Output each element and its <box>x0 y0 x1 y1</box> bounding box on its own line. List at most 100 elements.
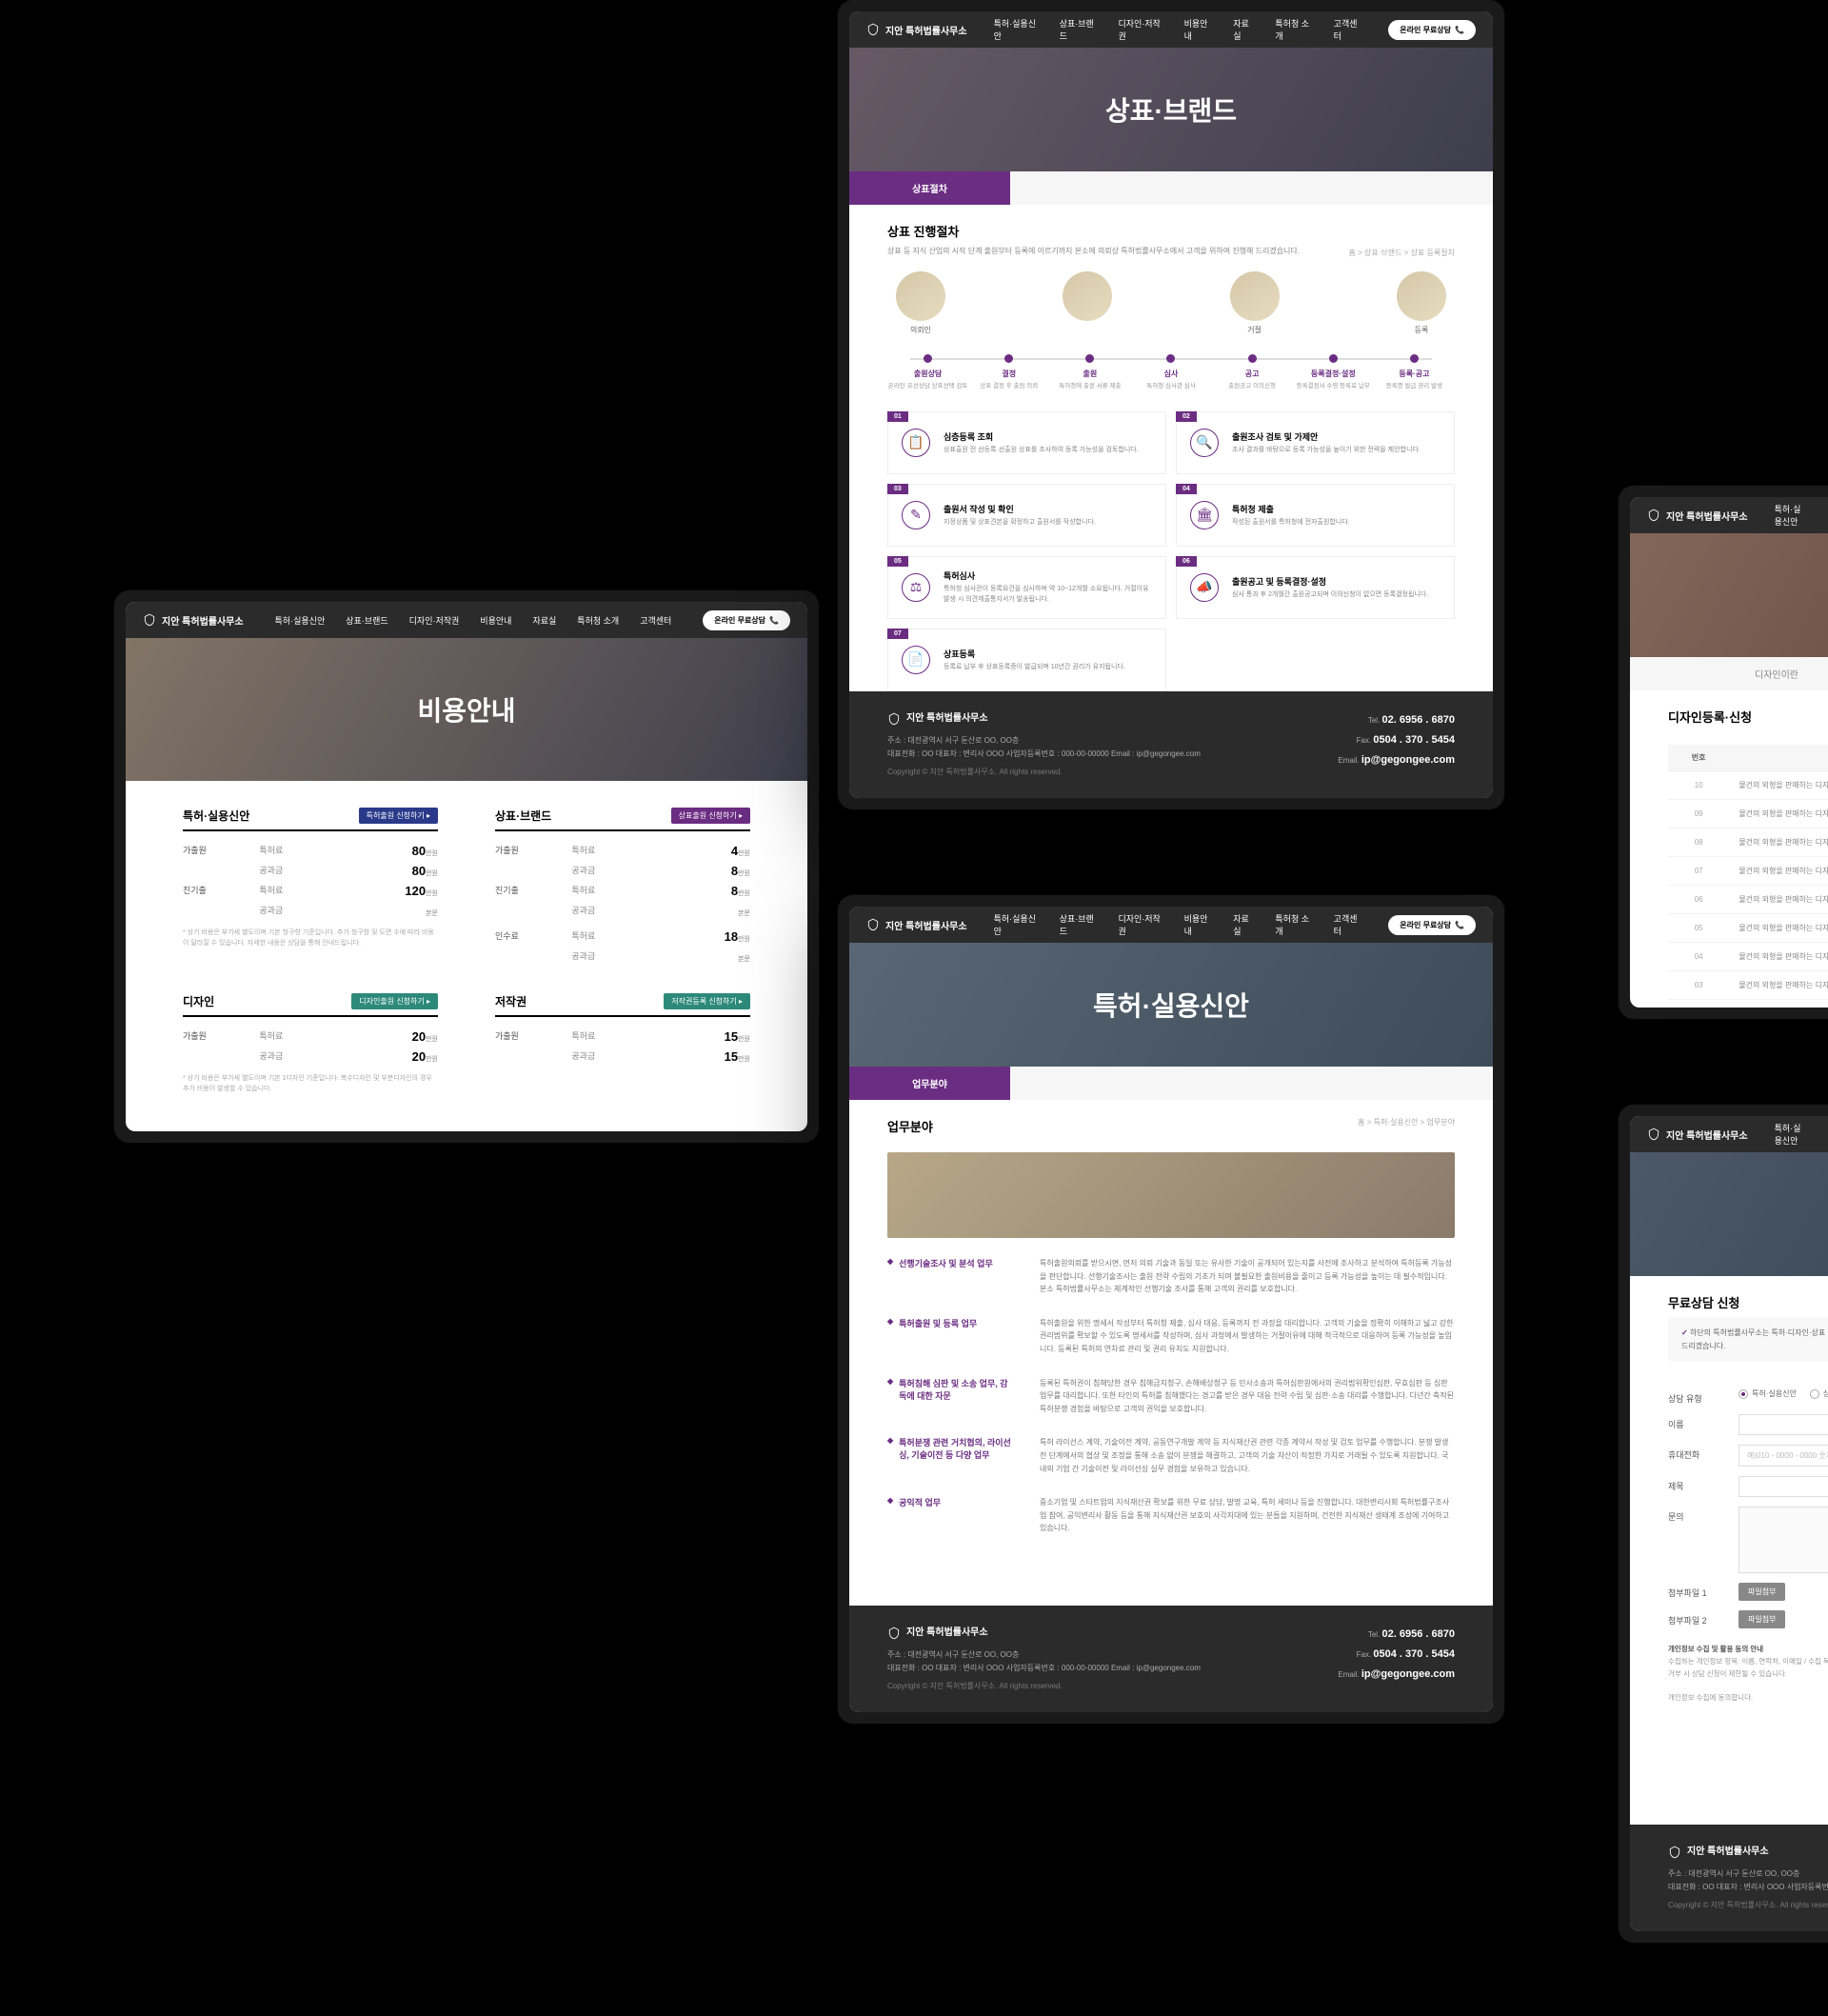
nav-item[interactable]: 특허청 소개 <box>1275 17 1312 42</box>
cost-apply-button[interactable]: 저작권등록 신청하기 ▸ <box>664 993 750 1009</box>
file1-button[interactable]: 파일첨부 <box>1739 1583 1785 1601</box>
design-sec-title: 디자인등록·신청 <box>1668 708 1752 726</box>
consult-type-radio[interactable]: 상표·브랜드 <box>1810 1388 1828 1399</box>
nav-item[interactable]: 상표·브랜드 <box>1060 912 1098 937</box>
patent-hero-image <box>887 1152 1455 1238</box>
hero-consult: 무료상담 <box>1630 1152 1828 1276</box>
nav-item[interactable]: 고객센터 <box>1334 912 1362 937</box>
cost-block: 상표·브랜드상표출원 신청하기 ▸가출원특허료4만원공과금8만원진기출특허료8만… <box>495 808 750 967</box>
flow-person: 등록 <box>1388 271 1455 335</box>
service-row: 공익적 업무중소기업 및 스타트업의 지식재산권 확보를 위한 무료 상담, 발… <box>887 1496 1455 1535</box>
hero-brand: 상표·브랜드 <box>849 48 1493 171</box>
name-input[interactable] <box>1739 1414 1828 1435</box>
service-row: 특허분쟁 관련 거치협의, 라이선싱, 기술이전 등 다양 업무특허 라이선스 … <box>887 1436 1455 1475</box>
flow-person: 의뢰인 <box>887 271 954 335</box>
footer: 지안 특허법률사무소 주소 : 대전광역시 서구 둔산로 OO, OO층대표전화… <box>1630 1825 1828 1931</box>
consult-notice: 하단의 특허법률사무소는 특허·디자인·상표 지식재산권 전반에 대한 무료상담… <box>1668 1317 1828 1362</box>
tab-patent-scope[interactable]: 업무분야 <box>849 1067 1010 1100</box>
nav-item[interactable]: 상표·브랜드 <box>346 614 387 627</box>
nav-item[interactable]: 특허청 소개 <box>577 614 619 627</box>
brand-logo[interactable]: 지안 특허법률사무소 <box>1647 1128 1748 1142</box>
process-step: 등록·공고등록증 발급 권리 발생 <box>1374 354 1455 390</box>
cost-apply-button[interactable]: 디자인출원 신청하기 ▸ <box>351 993 438 1009</box>
file2-button[interactable]: 파일첨부 <box>1739 1610 1785 1628</box>
cost-block: 특허·실용신안특허출원 신청하기 ▸가출원특허료80만원공과금80만원진기출특허… <box>183 808 438 967</box>
flow-person <box>1054 271 1121 325</box>
cost-apply-button[interactable]: 특허출원 신청하기 ▸ <box>359 808 438 824</box>
nav-item[interactable]: 특허·실용신안 <box>1775 503 1809 528</box>
table-row[interactable]: 07물건의 외형을 판매하는 디자인aaa <box>1668 857 1828 886</box>
nav-item[interactable]: 디자인·저작권 <box>1118 912 1162 937</box>
table-row[interactable]: 04물건의 외형을 판매하는 디자인aaa <box>1668 943 1828 971</box>
footer: 지안 특허법률사무소 주소 : 대전광역시 서구 둔산로 OO, OO층대표전화… <box>849 1606 1493 1712</box>
nav-links: 특허·실용신안 상표·브랜드 디자인·저작권 비용안내 자료실 특허청 소개 고객센터 <box>270 614 677 627</box>
call-button[interactable]: 온라인 무료상담 📞 <box>703 610 790 630</box>
nav-item[interactable]: 특허청 소개 <box>1275 912 1312 937</box>
nav-item[interactable]: 특허·실용신안 <box>275 614 326 627</box>
process-card: 06📣출원공고 및 등록결정·설정심사 통과 후 2개월간 출원공고되며 이의신… <box>1176 556 1455 619</box>
nav-item[interactable]: 비용안내 <box>480 614 511 627</box>
brand-logo[interactable]: 지안 특허법률사무소 <box>866 918 967 932</box>
phone-input[interactable]: 예)010 - 0000 - 0000 숫자만 입력해주세요 <box>1739 1445 1828 1467</box>
service-row: 선행기술조사 및 분석 업무특허출원의뢰를 받으시면, 먼저 의뢰 기술과 동일… <box>887 1257 1455 1296</box>
navbar: 지안 특허법률사무소 특허·실용신안상표·브랜드디자인·저작권비용안내자료실특허… <box>849 11 1493 48</box>
brand-logo[interactable]: 지안 특허법률사무소 <box>866 23 967 37</box>
table-row[interactable]: 05물건의 외형을 판매하는 디자인aaa <box>1668 914 1828 943</box>
hero-design: 디자인·저작권 <box>1630 533 1828 657</box>
nav-item[interactable]: 고객센터 <box>1334 17 1362 42</box>
card-icon: 📋 <box>902 429 930 457</box>
tab-brand-process[interactable]: 상표절차 <box>849 171 1010 205</box>
nav-item[interactable]: 비용안내 <box>1184 912 1213 937</box>
process-card: 07📄상표등록등록료 납부 후 상표등록증이 발급되며 10년간 권리가 유지됩… <box>887 629 1166 691</box>
nav-links: 특허·실용신안상표·브랜드디자인·저작권비용안내자료실특허청 소개고객센터 <box>1775 1122 1828 1147</box>
nav-item[interactable]: 자료실 <box>1233 912 1254 937</box>
process-card: 05⚖특허심사특허청 심사관이 등록요건을 심사하며 약 10~12개월 소요됩… <box>887 556 1166 619</box>
table-row[interactable]: 06물건의 외형을 판매하는 디자인aaa <box>1668 886 1828 914</box>
card-icon: 📣 <box>1190 573 1219 602</box>
nav-item[interactable]: 특허·실용신안 <box>994 17 1039 42</box>
process-card: 02🔍출원조사 검토 및 가제안조사 결과를 바탕으로 등록 가능성을 높이기 … <box>1176 411 1455 474</box>
nav-item[interactable]: 상표·브랜드 <box>1060 17 1098 42</box>
nav-links: 특허·실용신안 상표·브랜드 디자인·저작권 비용안내 자료실 특허청 소개 고객센터 <box>994 912 1362 937</box>
call-button[interactable]: 온라인 무료상담 📞 <box>1388 915 1476 935</box>
navbar: 지안 특허법률사무소 특허·실용신안상표·브랜드디자인·저작권비용안내자료실특허… <box>1630 1116 1828 1152</box>
card-icon: 🔍 <box>1190 429 1219 457</box>
table-row[interactable]: 08물건의 외형을 판매하는 디자인aaa <box>1668 828 1828 857</box>
consult-form: 상담 유형특허·실용신안상표·브랜드디자인·저작권 이름 휴대전화예)010 -… <box>1668 1379 1828 1753</box>
tab-design-intro[interactable]: 디자인이란 <box>1630 657 1828 690</box>
nav-item[interactable]: 특허·실용신안 <box>994 912 1039 937</box>
title-input[interactable] <box>1739 1476 1828 1497</box>
brand-logo[interactable]: 지안 특허법률사무소 <box>143 613 244 628</box>
process-step: 공고출원공고 이의신청 <box>1212 354 1293 390</box>
nav-links: 특허·실용신안 상표·브랜드 디자인·저작권 비용안내 자료실 특허청 소개 고객센터 <box>994 17 1362 42</box>
brand-logo[interactable]: 지안 특허법률사무소 <box>1647 509 1748 523</box>
table-row[interactable]: 03물건의 외형을 판매하는 디자인aaa <box>1668 971 1828 1000</box>
cost-apply-button[interactable]: 상표출원 신청하기 ▸ <box>671 808 750 824</box>
cost-content: 특허·실용신안특허출원 신청하기 ▸가출원특허료80만원공과금80만원진기출특허… <box>126 781 807 1131</box>
flow-person: 거절 <box>1222 271 1288 335</box>
design-tabs: 디자인이란 디자인등록 요건 <box>1630 657 1828 690</box>
card-icon: ✎ <box>902 501 930 529</box>
process-step: 결정상표 결정 후 출원 의뢰 <box>968 354 1049 390</box>
consult-type-radio[interactable]: 특허·실용신안 <box>1739 1388 1797 1399</box>
service-row: 특허출원 및 등록 업무특허출원을 위한 명세서 작성부터 특허청 제출, 심사… <box>887 1317 1455 1356</box>
process-step: 출원상담온라인·유선상담 상표선택 검토 <box>887 354 968 390</box>
body-textarea[interactable] <box>1739 1507 1828 1573</box>
nav-item[interactable]: 비용안내 <box>1184 17 1213 42</box>
nav-item[interactable]: 자료실 <box>1233 17 1254 42</box>
table-row[interactable]: 10물건의 외형을 판매하는 디자인aaa <box>1668 771 1828 800</box>
nav-item[interactable]: 자료실 <box>532 614 556 627</box>
nav-item[interactable]: 고객센터 <box>640 614 671 627</box>
table-row[interactable]: 09물건의 외형을 판매하는 디자인aaa <box>1668 800 1828 828</box>
nav-item[interactable]: 디자인·저작권 <box>1118 17 1162 42</box>
process-card: 04🏛특허청 제출작성된 출원서를 특허청에 전자출원합니다. <box>1176 484 1455 547</box>
brand-tabs: 상표절차 <box>849 171 1493 205</box>
hero-cost: 비용안내 <box>126 638 807 781</box>
cost-block: 저작권저작권등록 신청하기 ▸가출원특허료15만원공과금15만원 <box>495 993 750 1094</box>
call-button[interactable]: 온라인 무료상담 📞 <box>1388 20 1476 40</box>
nav-item[interactable]: 디자인·저작권 <box>409 614 460 627</box>
patent-sec-title: 업무분야 <box>887 1117 933 1135</box>
navbar: 지안 특허법률사무소 특허·실용신안상표·브랜드디자인·저작권비용안내자료실특허… <box>1630 497 1828 533</box>
nav-item[interactable]: 특허·실용신안 <box>1775 1122 1809 1147</box>
privacy-agree: 개인정보 수집 및 활용 동의 안내 수집하는 개인정보 항목: 이름, 연락처… <box>1668 1644 1828 1705</box>
